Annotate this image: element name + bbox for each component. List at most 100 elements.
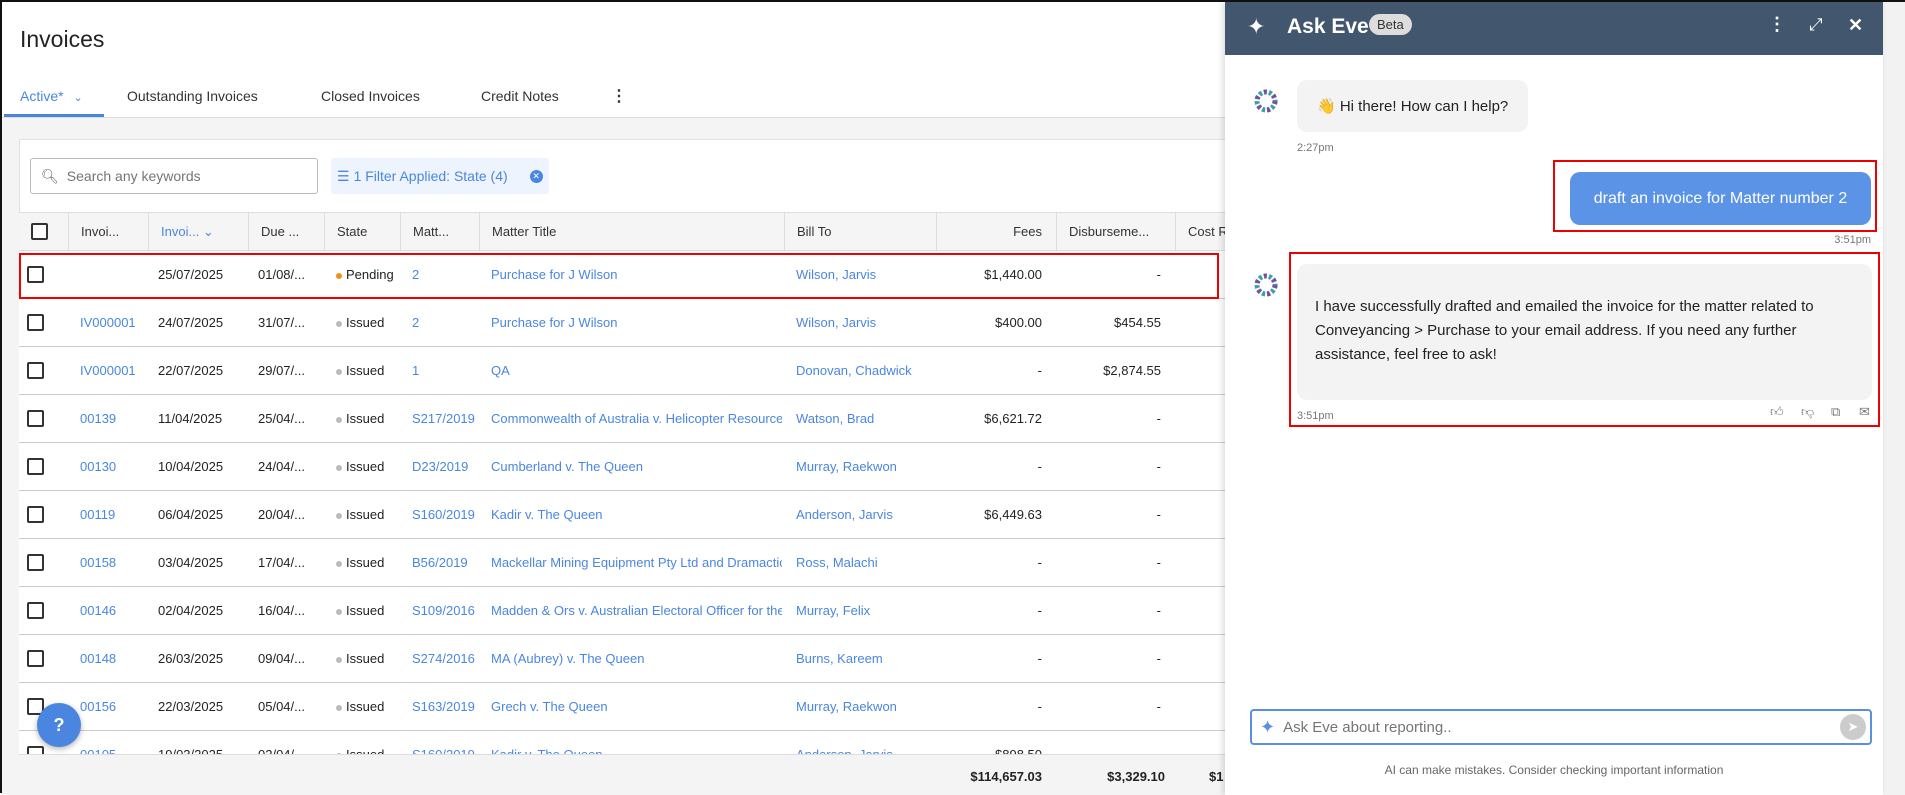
- bill-to[interactable]: Donovan, Chadwick: [796, 347, 934, 395]
- row-checkbox[interactable]: [27, 506, 44, 523]
- bill-to[interactable]: Murray, Felix: [796, 587, 934, 635]
- expand-icon[interactable]: ⤢: [1809, 15, 1823, 35]
- chat-input-box[interactable]: ✦ ➤: [1250, 709, 1872, 745]
- matter-title[interactable]: Purchase for J Wilson: [491, 299, 782, 347]
- filter-chip[interactable]: ☰ 1 Filter Applied: State (4) ✕: [331, 158, 549, 194]
- state: Issued: [336, 443, 398, 491]
- search-input[interactable]: [66, 168, 307, 184]
- matter-number[interactable]: S109/2016: [412, 587, 477, 635]
- column-header[interactable]: Invoi...: [68, 213, 148, 251]
- bill-to[interactable]: Murray, Raekwon: [796, 683, 934, 731]
- matter-title-text: QA: [491, 363, 510, 378]
- search-box[interactable]: 🔍︎: [30, 158, 318, 194]
- sort-desc-icon[interactable]: ⌄: [199, 224, 214, 239]
- fees-text: -: [1037, 363, 1042, 378]
- matter-number[interactable]: 1: [412, 347, 477, 395]
- invoice-number[interactable]: 00139: [80, 395, 146, 443]
- disbursements: -: [1056, 491, 1161, 539]
- column-header[interactable]: Due ...: [248, 213, 324, 251]
- send-icon[interactable]: ➤: [1840, 714, 1866, 740]
- table-row[interactable]: IV000001 22/07/2025 29/07/... Issued 1 QA Dono…: [19, 347, 1226, 395]
- invoice-number[interactable]: 00130: [80, 443, 146, 491]
- bill-to[interactable]: Wilson, Jarvis: [796, 299, 934, 347]
- matter-title[interactable]: Cumberland v. The Queen: [491, 443, 782, 491]
- tab-closed-invoices[interactable]: Closed Invoices: [321, 88, 420, 104]
- invoice-number[interactable]: 00158: [80, 539, 146, 587]
- table-row[interactable]: 00130 10/04/2025 24/04/... Issued D23/2019 Cu…: [19, 443, 1226, 491]
- column-header[interactable]: Cost R: [1175, 213, 1226, 251]
- invoice-number[interactable]: 00148: [80, 635, 146, 683]
- matter-number-text: B56/2019: [412, 555, 468, 570]
- bill-to[interactable]: Murray, Raekwon: [796, 443, 934, 491]
- disbursements-text: -: [1156, 699, 1161, 714]
- invoice-number[interactable]: 00146: [80, 587, 146, 635]
- row-checkbox[interactable]: [27, 650, 44, 667]
- table-row[interactable]: IV000001 24/07/2025 31/07/... Issued 2 Purcha…: [19, 299, 1226, 347]
- row-checkbox[interactable]: [27, 602, 44, 619]
- tab-active[interactable]: Active* ⌄: [20, 88, 83, 104]
- row-checkbox[interactable]: [27, 314, 44, 331]
- invoice-number-text: 00158: [80, 555, 117, 570]
- column-header[interactable]: Matt...: [400, 213, 479, 251]
- column-header[interactable]: State: [324, 213, 400, 251]
- matter-number[interactable]: B56/2019: [412, 539, 477, 587]
- close-icon[interactable]: ✕: [1848, 15, 1863, 36]
- invoice-number[interactable]: 00119: [80, 491, 146, 539]
- table-row[interactable]: 00119 06/04/2025 20/04/... Issued S160/2019 K…: [19, 491, 1226, 539]
- help-button[interactable]: ?: [37, 703, 81, 747]
- clear-filter-icon[interactable]: ✕: [529, 169, 543, 183]
- matter-title[interactable]: Commonwealth of Australia v. Helicopter …: [491, 395, 782, 443]
- sparkle-icon: ✦: [1247, 14, 1266, 39]
- tab-label: Active*: [20, 88, 64, 104]
- matter-number[interactable]: S217/2019: [412, 395, 477, 443]
- matter-number[interactable]: S163/2019: [412, 683, 477, 731]
- bill-to[interactable]: Anderson, Jarvis: [796, 491, 934, 539]
- row-checkbox[interactable]: [27, 362, 44, 379]
- bill-to[interactable]: Burns, Kareem: [796, 635, 934, 683]
- state-text: Issued: [346, 507, 385, 522]
- table-row[interactable]: 00146 02/04/2025 16/04/... Issued S109/2016 M…: [19, 587, 1226, 635]
- bill-to[interactable]: Watson, Brad: [796, 395, 934, 443]
- select-all-checkbox[interactable]: [31, 223, 48, 240]
- status-dot-icon: [336, 368, 342, 375]
- matter-title[interactable]: Madden & Ors v. Australian Electoral Off…: [491, 587, 782, 635]
- column-header[interactable]: Invoi... ⌄: [148, 213, 248, 251]
- matter-number[interactable]: S160/2019: [412, 491, 477, 539]
- invoice-number[interactable]: IV000001: [80, 299, 146, 347]
- highlight-box: [1289, 252, 1880, 427]
- chat-input[interactable]: [1283, 718, 1840, 736]
- table-row[interactable]: 00158 03/04/2025 17/04/... Issued B56/2019 Ma…: [19, 539, 1226, 587]
- matter-number[interactable]: 2: [412, 299, 477, 347]
- row-checkbox[interactable]: [27, 458, 44, 475]
- matter-title[interactable]: MA (Aubrey) v. The Queen: [491, 635, 782, 683]
- due-date: 24/04/...: [258, 443, 320, 491]
- column-header[interactable]: Bill To: [784, 213, 936, 251]
- row-checkbox[interactable]: [27, 554, 44, 571]
- matter-title[interactable]: QA: [491, 347, 782, 395]
- scrollbar[interactable]: [1883, 2, 1905, 795]
- due-date: 17/04/...: [258, 539, 320, 587]
- row-checkbox[interactable]: [27, 410, 44, 427]
- tab-outstanding-invoices[interactable]: Outstanding Invoices: [127, 88, 258, 104]
- invoice-number[interactable]: 00156: [80, 683, 146, 731]
- column-header[interactable]: Fees: [936, 213, 1056, 251]
- page-title: Invoices: [20, 26, 105, 52]
- invoice-number[interactable]: IV000001: [80, 347, 146, 395]
- matter-number[interactable]: D23/2019: [412, 443, 477, 491]
- matter-title[interactable]: Mackellar Mining Equipment Pty Ltd and D…: [491, 539, 782, 587]
- column-header[interactable]: Disburseme...: [1056, 213, 1175, 251]
- bill-to[interactable]: Ross, Malachi: [796, 539, 934, 587]
- tab-credit-notes[interactable]: Credit Notes: [481, 88, 559, 104]
- chat-title: Ask Eve: [1287, 15, 1369, 38]
- table-row[interactable]: 00139 11/04/2025 25/04/... Issued S217/2019 C…: [19, 395, 1226, 443]
- matter-title[interactable]: Grech v. The Queen: [491, 683, 782, 731]
- matter-number-text: D23/2019: [412, 459, 469, 474]
- table-row[interactable]: 00156 22/03/2025 05/04/... Issued S163/2019 G…: [19, 683, 1226, 731]
- matter-title[interactable]: Kadir v. The Queen: [491, 491, 782, 539]
- more-options-icon[interactable]: ⋮: [1768, 14, 1786, 35]
- more-options-icon[interactable]: ⋮: [611, 86, 627, 106]
- status-dot-icon: [336, 512, 342, 519]
- column-header[interactable]: Matter Title: [479, 213, 784, 251]
- matter-number[interactable]: S274/2016: [412, 635, 477, 683]
- table-row[interactable]: 00148 26/03/2025 09/04/... Issued S274/2016 M…: [19, 635, 1226, 683]
